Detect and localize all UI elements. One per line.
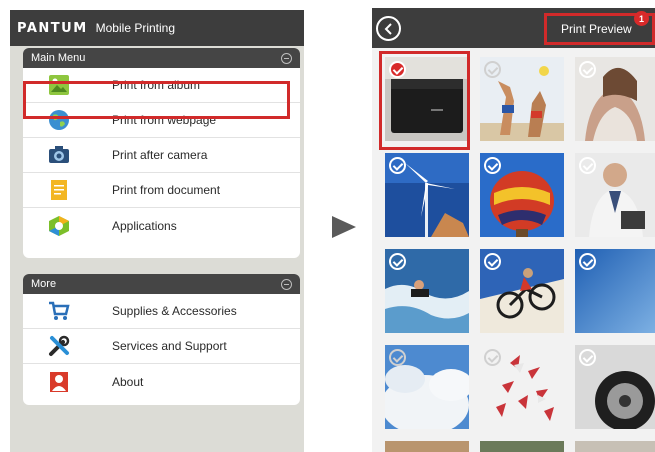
menu-item-label: Applications (112, 218, 177, 233)
photo-thumb-hot-air-balloon[interactable] (480, 153, 564, 237)
menu-item-about[interactable]: About (23, 364, 300, 399)
transition-arrow-icon (332, 216, 356, 238)
selected-menu-highlight (23, 81, 290, 119)
selected-photo-highlight (379, 51, 470, 150)
unchecked-icon[interactable] (389, 253, 406, 270)
photo-thumb-car-wheel[interactable] (575, 345, 655, 429)
preview-header: Print Preview 1 (372, 8, 655, 48)
photo-thumb-pinwheels[interactable] (480, 345, 564, 429)
tools-icon (48, 335, 70, 357)
photo-thumb-partial[interactable] (480, 441, 564, 452)
collapse-icon[interactable] (281, 278, 292, 290)
photo-thumb-partial[interactable] (385, 441, 469, 452)
unchecked-icon[interactable] (579, 61, 596, 78)
main-menu-title: Main Menu (31, 52, 86, 64)
print-preview-label: Print Preview (561, 22, 632, 36)
unchecked-icon[interactable] (484, 61, 501, 78)
unchecked-icon[interactable] (484, 253, 501, 270)
applications-icon (48, 215, 70, 237)
menu-item-applications[interactable]: Applications (23, 208, 300, 243)
photo-thumb-partial[interactable] (575, 441, 655, 452)
pantum-logo: PANTUM (17, 20, 88, 36)
unchecked-icon[interactable] (484, 157, 501, 174)
app-title: Mobile Printing (95, 21, 176, 35)
chevron-left-icon (384, 22, 392, 35)
photo-thumb-cyclist[interactable] (480, 249, 564, 333)
menu-item-print-after-camera[interactable]: Print after camera (23, 138, 300, 173)
print-preview-screen: Print Preview 1 (372, 8, 655, 452)
menu-item-supplies-accessories[interactable]: Supplies & Accessories (23, 294, 300, 329)
photo-thumb-jet-ski[interactable] (385, 249, 469, 333)
back-button[interactable] (376, 16, 401, 41)
unchecked-icon[interactable] (579, 157, 596, 174)
menu-item-label: About (112, 374, 144, 389)
unchecked-icon[interactable] (389, 157, 406, 174)
unchecked-icon[interactable] (484, 349, 501, 366)
selected-count-badge: 1 (634, 11, 649, 26)
menu-item-label: Services and Support (112, 339, 227, 353)
more-menu-panel: More Supplies & Accessories Services and… (23, 274, 300, 405)
unchecked-icon[interactable] (579, 253, 596, 270)
more-menu-header[interactable]: More (23, 274, 300, 294)
document-icon (48, 179, 70, 201)
menu-item-label: Print after camera (112, 148, 208, 162)
menu-item-print-from-document[interactable]: Print from document (23, 173, 300, 208)
photo-thumb-wind-turbine[interactable] (385, 153, 469, 237)
photo-thumb-blue-sky[interactable] (575, 249, 655, 333)
main-menu-panel: Main Menu Print from album Print from we… (23, 48, 300, 258)
photo-thumb-beach-volleyball[interactable] (480, 57, 564, 141)
more-menu-title: More (31, 278, 57, 290)
menu-item-label: Print from document (112, 183, 221, 197)
main-menu-header[interactable]: Main Menu (23, 48, 300, 68)
photo-thumb-business-man[interactable] (575, 153, 655, 237)
photo-thumb-woman-portrait[interactable] (575, 57, 655, 141)
menu-item-label: Supplies & Accessories (112, 304, 237, 318)
unchecked-icon[interactable] (579, 349, 596, 366)
camera-icon (48, 144, 70, 166)
app-header: PANTUM Mobile Printing (10, 10, 304, 46)
cart-icon (48, 300, 70, 322)
unchecked-icon[interactable] (389, 349, 406, 366)
person-icon (48, 371, 70, 393)
collapse-icon[interactable] (281, 52, 292, 64)
menu-item-services-support[interactable]: Services and Support (23, 329, 300, 364)
photo-thumb-clouds[interactable] (385, 345, 469, 429)
